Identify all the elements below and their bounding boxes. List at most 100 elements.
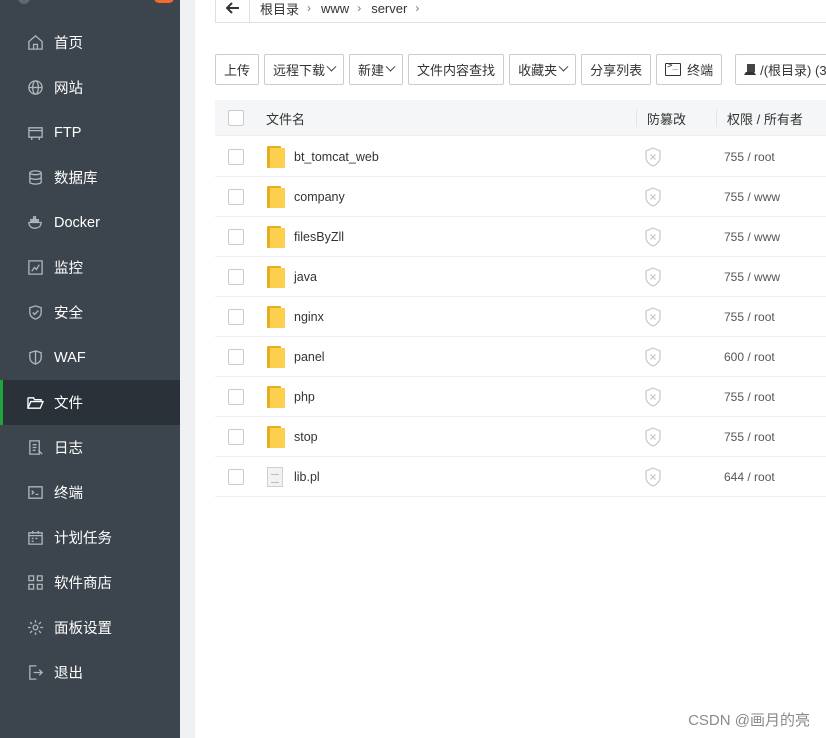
tamper-shield-icon[interactable]: [644, 337, 662, 376]
sidebar-item-7[interactable]: WAF: [0, 335, 180, 380]
file-list: bt_tomcat_web 755 / root company 755 / www f…: [215, 137, 826, 497]
sidebar-item-3[interactable]: 数据库: [0, 155, 180, 200]
file-name[interactable]: bt_tomcat_web: [294, 137, 379, 176]
permission-owner[interactable]: 755 / root: [724, 377, 775, 416]
tamper-shield-icon[interactable]: [644, 137, 662, 176]
sidebar: 首页网站 FTP 数据库 Docker 监控 安全 WAF 文件日志 终端 计划任务 软件商店面板设…: [0, 0, 180, 738]
breadcrumb-item[interactable]: 根目录: [260, 0, 299, 18]
permission-owner[interactable]: 755 / root: [724, 297, 775, 336]
new-button[interactable]: 新建: [349, 54, 404, 85]
table-row[interactable]: filesByZll 755 / www: [215, 217, 826, 257]
calendar-icon: [26, 529, 44, 547]
row-checkbox[interactable]: [228, 468, 244, 485]
sidebar-item-1[interactable]: 网站: [0, 65, 180, 110]
row-select-cell: [228, 337, 244, 376]
disk-button[interactable]: /(根目录) (3…: [735, 54, 826, 85]
file-name[interactable]: filesByZll: [294, 217, 344, 256]
file-name[interactable]: panel: [294, 337, 325, 376]
row-checkbox[interactable]: [228, 148, 244, 165]
row-checkbox[interactable]: [228, 388, 244, 405]
file-name[interactable]: nginx: [294, 297, 324, 336]
row-checkbox[interactable]: [228, 308, 244, 325]
table-row[interactable]: nginx 755 / root: [215, 297, 826, 337]
header-tamper[interactable]: 防篡改: [647, 100, 686, 136]
breadcrumb-item[interactable]: www: [321, 1, 349, 16]
tamper-shield-icon[interactable]: [644, 257, 662, 296]
table-row[interactable]: bt_tomcat_web 755 / root: [215, 137, 826, 177]
sidebar-item-label: 文件: [54, 396, 83, 412]
column-divider[interactable]: [716, 109, 717, 127]
gear-icon: [26, 619, 44, 637]
favorites-button[interactable]: 收藏夹: [509, 54, 577, 85]
content-search-button[interactable]: 文件内容查找: [408, 54, 505, 85]
file-name[interactable]: company: [294, 177, 345, 216]
sidebar-item-14[interactable]: 退出: [0, 650, 180, 695]
back-button[interactable]: [216, 0, 250, 22]
table-header: 文件名 防篡改 权限 / 所有者: [215, 100, 826, 136]
tamper-shield-icon[interactable]: [644, 217, 662, 256]
permission-owner[interactable]: 755 / www: [724, 217, 780, 256]
sidebar-item-4[interactable]: Docker: [0, 200, 180, 245]
permission-owner[interactable]: 600 / root: [724, 337, 775, 376]
sidebar-item-label: 面板设置: [54, 621, 112, 637]
table-row[interactable]: company 755 / www: [215, 177, 826, 217]
table-row[interactable]: stop 755 / root: [215, 417, 826, 457]
sidebar-item-5[interactable]: 监控: [0, 245, 180, 290]
tamper-shield-icon[interactable]: [644, 377, 662, 416]
file-name[interactable]: java: [294, 257, 317, 296]
folder-icon: [267, 305, 285, 328]
sidebar-item-13[interactable]: 面板设置: [0, 605, 180, 650]
sidebar-item-6[interactable]: 安全: [0, 290, 180, 335]
sidebar-item-12[interactable]: 软件商店: [0, 560, 180, 605]
row-checkbox[interactable]: [228, 428, 244, 445]
select-all-checkbox[interactable]: [228, 110, 244, 126]
logo: [18, 0, 30, 4]
file-name[interactable]: stop: [294, 417, 318, 456]
row-checkbox[interactable]: [228, 228, 244, 245]
sidebar-item-2[interactable]: FTP: [0, 110, 180, 155]
file-name[interactable]: lib.pl: [294, 457, 320, 496]
file-name[interactable]: php: [294, 377, 315, 416]
header-perm[interactable]: 权限 / 所有者: [727, 100, 803, 136]
chevron-down-icon: [385, 61, 396, 72]
table-row[interactable]: panel 600 / root: [215, 337, 826, 377]
row-checkbox[interactable]: [228, 268, 244, 285]
tamper-shield-icon[interactable]: [644, 417, 662, 456]
permission-owner[interactable]: 755 / www: [724, 177, 780, 216]
tamper-shield-icon[interactable]: [644, 177, 662, 216]
permission-owner[interactable]: 755 / www: [724, 257, 780, 296]
terminal-icon: [26, 484, 44, 502]
tamper-shield-icon[interactable]: [644, 457, 662, 496]
notification-badge[interactable]: [154, 0, 174, 3]
content-search-label: 文件内容查找: [417, 63, 496, 78]
row-icon-cell: [267, 377, 285, 416]
folder-icon: [267, 385, 285, 408]
upload-button[interactable]: 上传: [215, 54, 260, 85]
sidebar-item-10[interactable]: 终端: [0, 470, 180, 515]
header-name[interactable]: 文件名: [266, 100, 305, 136]
permission-owner[interactable]: 644 / root: [724, 457, 775, 496]
table-row[interactable]: java 755 / www: [215, 257, 826, 297]
sidebar-item-9[interactable]: 日志: [0, 425, 180, 470]
sidebar-item-8[interactable]: 文件: [0, 380, 180, 425]
sidebar-item-0[interactable]: 首页: [0, 20, 180, 65]
share-list-button[interactable]: 分享列表: [581, 54, 652, 85]
row-checkbox[interactable]: [228, 188, 244, 205]
table-row[interactable]: php 755 / root: [215, 377, 826, 417]
terminal-button[interactable]: 终端: [656, 54, 723, 85]
monitor-chart-icon: [26, 259, 44, 277]
row-icon-cell: [267, 297, 285, 336]
tamper-shield-icon[interactable]: [644, 297, 662, 336]
folder-icon: [267, 425, 285, 448]
globe-icon: [26, 79, 44, 97]
breadcrumb-item[interactable]: server: [371, 1, 407, 16]
table-row[interactable]: lib.pl 644 / root: [215, 457, 826, 497]
column-divider[interactable]: [636, 109, 637, 127]
sidebar-item-11[interactable]: 计划任务: [0, 515, 180, 560]
row-checkbox[interactable]: [228, 348, 244, 365]
permission-owner[interactable]: 755 / root: [724, 137, 775, 176]
sidebar-item-label: 首页: [54, 36, 83, 52]
permission-owner[interactable]: 755 / root: [724, 417, 775, 456]
row-select-cell: [228, 297, 244, 336]
remote-download-button[interactable]: 远程下载: [264, 54, 345, 85]
